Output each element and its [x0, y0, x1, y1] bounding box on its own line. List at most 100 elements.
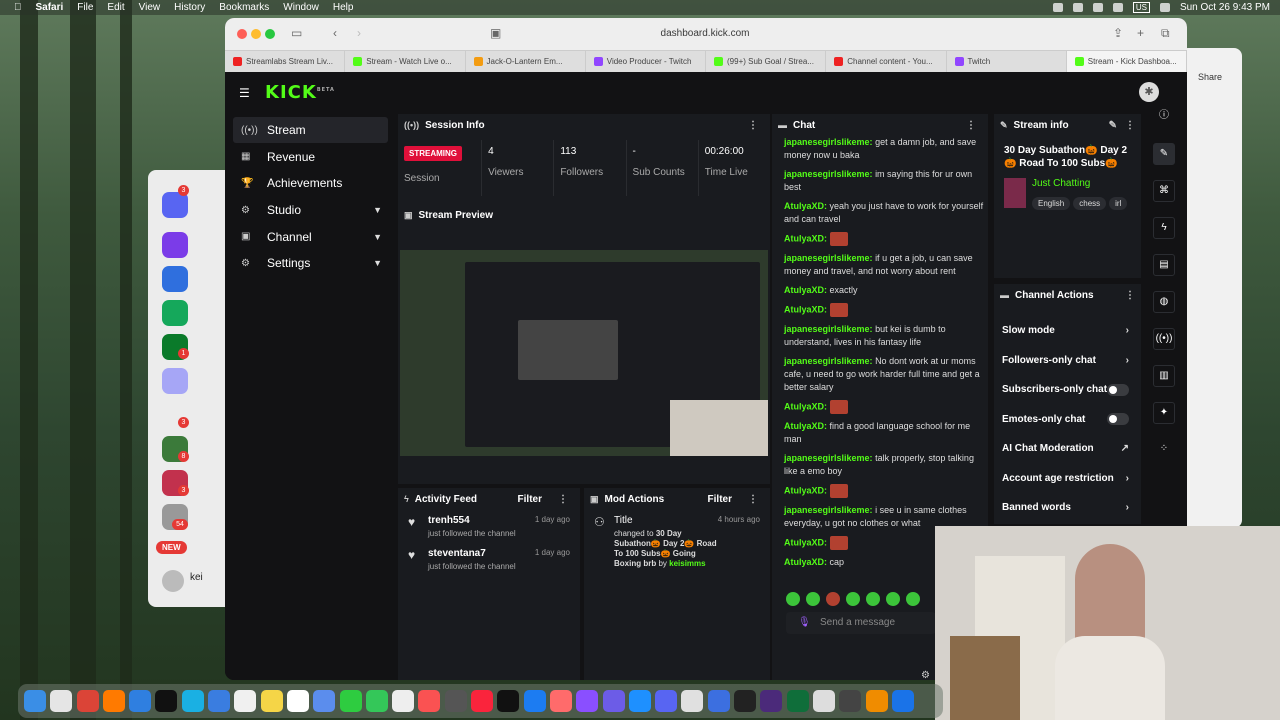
dock-app-icon[interactable]: [260, 690, 283, 712]
sidebar-item-studio[interactable]: ⚙ Studio ▼: [233, 197, 388, 223]
browser-tab-active[interactable]: Stream - Kick Dashboa...: [1066, 51, 1187, 72]
address-bar[interactable]: dashboard.kick.com: [495, 25, 915, 43]
avatar[interactable]: ✱: [1139, 82, 1159, 102]
back-icon[interactable]: ‹: [333, 26, 337, 40]
more-options-icon[interactable]: ⋮: [558, 494, 568, 505]
emote-icon[interactable]: [906, 592, 920, 606]
status-icon[interactable]: [1052, 3, 1063, 12]
browser-tab[interactable]: Video Producer - Twitch: [586, 51, 706, 72]
followers-only-item[interactable]: Followers-only chat ›: [994, 346, 1141, 376]
dock-app-icon[interactable]: [365, 690, 388, 712]
more-options-icon[interactable]: ⋮: [1125, 120, 1135, 131]
chat-username[interactable]: AtulyaXD:: [784, 233, 827, 243]
chat-username[interactable]: AtulyaXD:: [784, 304, 827, 314]
dock-app-icon[interactable]: [24, 690, 46, 712]
search-icon[interactable]: [1159, 3, 1170, 12]
chat-username[interactable]: AtulyaXD:: [784, 537, 827, 547]
dock-app-icon[interactable]: [497, 690, 520, 712]
sidebar-toggle-icon[interactable]: ▭: [291, 26, 302, 40]
dock-app-icon[interactable]: [155, 690, 178, 712]
layout-icon[interactable]: ▥: [1153, 365, 1175, 387]
dock-app-icon[interactable]: [839, 690, 862, 712]
category-name[interactable]: Just Chatting: [1032, 178, 1130, 189]
clip-icon[interactable]: ⌘: [1153, 180, 1175, 202]
broadcast-icon[interactable]: ((•)): [1153, 328, 1175, 350]
dock-app-icon[interactable]: [234, 690, 257, 712]
menu-view[interactable]: View: [139, 2, 161, 13]
document-icon[interactable]: ▤: [1153, 254, 1175, 276]
menu-file[interactable]: File: [77, 2, 93, 13]
chat-username[interactable]: japanesegirlslikeme:: [784, 505, 873, 515]
activity-user[interactable]: steventana7: [428, 548, 535, 559]
stream-preview[interactable]: [400, 250, 768, 456]
new-tab-icon[interactable]: +: [1137, 26, 1144, 40]
tag[interactable]: English: [1032, 197, 1071, 210]
dock-app-icon[interactable]: [891, 690, 914, 712]
more-options-icon[interactable]: ⋮: [748, 120, 758, 131]
apple-icon[interactable]: : [14, 2, 22, 13]
menu-edit[interactable]: Edit: [107, 2, 124, 13]
tag[interactable]: chess: [1073, 197, 1107, 210]
minimize-window-button[interactable]: [251, 29, 261, 39]
edit-icon[interactable]: ✎: [1109, 120, 1117, 131]
chat-username[interactable]: AtulyaXD:: [784, 485, 827, 495]
keyboard-layout-badge[interactable]: US: [1132, 2, 1150, 13]
category-thumbnail[interactable]: [1004, 178, 1026, 208]
dock-app-icon[interactable]: [181, 690, 204, 712]
dock-app-icon[interactable]: [471, 690, 494, 712]
dock-app-icon[interactable]: [339, 690, 362, 712]
more-options-icon[interactable]: ⋮: [1125, 290, 1135, 301]
dock-app-icon[interactable]: [286, 690, 309, 712]
microphone-icon[interactable]: 🎙: [798, 617, 811, 628]
emote-icon[interactable]: [806, 592, 820, 606]
account-age-item[interactable]: Account age restriction ›: [994, 464, 1141, 494]
chevron-down-icon[interactable]: ▼: [373, 232, 382, 242]
emote-icon[interactable]: [846, 592, 860, 606]
menu-bookmarks[interactable]: Bookmarks: [219, 2, 269, 13]
emote-icon[interactable]: [826, 592, 840, 606]
dock-app-icon[interactable]: [549, 690, 572, 712]
wifi-icon[interactable]: [1112, 3, 1123, 12]
dock-app-icon[interactable]: [50, 690, 73, 712]
emote-icon[interactable]: [866, 592, 880, 606]
lightning-icon[interactable]: ϟ: [1153, 217, 1175, 239]
dock-app-icon[interactable]: [392, 690, 415, 712]
filter-button[interactable]: Filter: [708, 494, 732, 505]
browser-tab[interactable]: Jack-O-Lantern Em...: [466, 51, 586, 72]
sidebar-item-revenue[interactable]: ▦ Revenue: [233, 144, 388, 170]
chat-username[interactable]: AtulyaXD:: [784, 401, 827, 411]
dock-app-icon[interactable]: [418, 690, 441, 712]
activity-user[interactable]: trenh554: [428, 515, 535, 526]
clock[interactable]: Sun Oct 26 9:43 PM: [1180, 2, 1270, 13]
kick-logo[interactable]: KICKBETA: [265, 82, 335, 103]
chat-username[interactable]: japanesegirlslikeme:: [784, 169, 873, 179]
dock-app-icon[interactable]: [628, 690, 651, 712]
dock-app-icon[interactable]: [786, 690, 809, 712]
chat-username[interactable]: japanesegirlslikeme:: [784, 253, 873, 263]
apps-icon[interactable]: ⁘: [1153, 439, 1175, 461]
dock-app-icon[interactable]: [76, 690, 99, 712]
chat-username[interactable]: AtulyaXD:: [784, 201, 827, 211]
chat-bubble-icon[interactable]: ◍: [1153, 291, 1175, 313]
tabs-icon[interactable]: ⧉: [1161, 26, 1170, 41]
dock-app-icon[interactable]: [865, 690, 888, 712]
app-icon[interactable]: [162, 266, 188, 292]
app-icon[interactable]: [162, 232, 188, 258]
dock-app-icon[interactable]: [734, 690, 757, 712]
moderator-name[interactable]: keisimms: [669, 559, 705, 568]
chat-username[interactable]: AtulyaXD:: [784, 421, 827, 431]
banned-words-item[interactable]: Banned words ›: [994, 493, 1141, 523]
dock-app-icon[interactable]: [208, 690, 231, 712]
chat-username[interactable]: japanesegirlslikeme:: [784, 453, 873, 463]
chat-username[interactable]: AtulyaXD:: [784, 285, 827, 295]
app-icon[interactable]: [162, 300, 188, 326]
wrench-icon[interactable]: ✦: [1153, 402, 1175, 424]
chevron-down-icon[interactable]: ▼: [373, 205, 382, 215]
chat-username[interactable]: AtulyaXD:: [784, 557, 827, 567]
tag[interactable]: irl: [1109, 197, 1128, 210]
dock-app-icon[interactable]: [576, 690, 599, 712]
browser-tab[interactable]: (99+) Sub Goal / Strea...: [706, 51, 827, 72]
dock-app-icon[interactable]: [102, 690, 125, 712]
avatar[interactable]: [162, 570, 184, 592]
chat-username[interactable]: japanesegirlslikeme:: [784, 324, 873, 334]
